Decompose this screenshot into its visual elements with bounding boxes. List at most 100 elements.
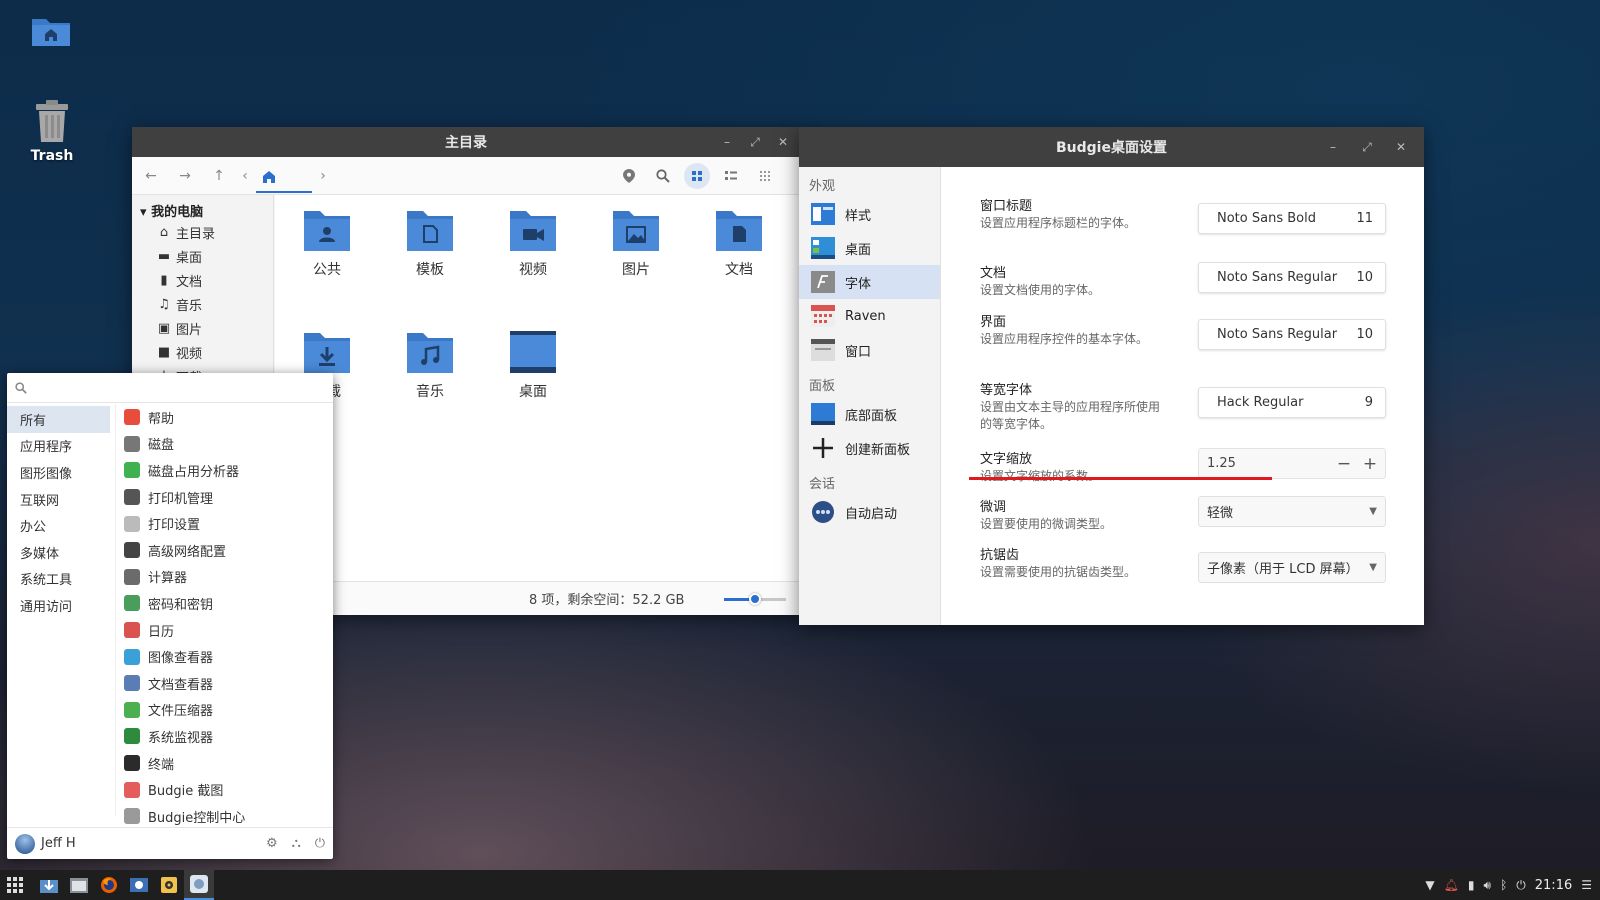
window-title-font-button[interactable]: Noto Sans Bold 11	[1198, 203, 1386, 234]
menu-app-item[interactable]: 高级网络配置	[116, 537, 330, 564]
bluetooth-icon[interactable]: ᛒ	[1500, 878, 1507, 892]
folder-desktop[interactable]: 桌面	[493, 329, 573, 401]
file-manager-titlebar[interactable]: 主目录 – ⤢ ✕	[132, 127, 800, 157]
sidebar-item-music[interactable]: ♫ 音乐	[132, 292, 273, 316]
close-button[interactable]: ✕	[772, 131, 794, 153]
volume-icon[interactable]: 🔊︎	[1484, 878, 1492, 893]
text-scaling-spinner[interactable]: 1.25 − +	[1198, 448, 1386, 479]
maximize-button[interactable]: ⤢	[744, 131, 766, 153]
menu-app-item[interactable]: 终端	[116, 750, 330, 777]
taskbar-files[interactable]	[64, 870, 94, 900]
back-button[interactable]: ←	[138, 163, 164, 189]
menu-category[interactable]: 互联网	[7, 486, 110, 513]
breadcrumb-right-button[interactable]: ›	[314, 163, 332, 189]
menu-category[interactable]: 通用访问	[7, 592, 110, 619]
menu-app-item[interactable]: 文件压缩器	[116, 697, 330, 724]
clock[interactable]: 21:16	[1535, 878, 1572, 893]
zoom-slider-knob[interactable]	[749, 593, 761, 605]
power-button[interactable]: ⏻	[315, 836, 325, 851]
breadcrumb-home[interactable]	[256, 163, 312, 193]
folder-templates[interactable]: 模板	[390, 207, 470, 279]
nav-desktop[interactable]: 桌面	[799, 231, 940, 265]
folder-public[interactable]: 公共	[287, 207, 367, 279]
menu-category[interactable]: 所有	[7, 406, 110, 433]
notification-icon[interactable]: 🔔︎	[1444, 878, 1459, 892]
list-view-button[interactable]	[718, 163, 744, 189]
menu-category[interactable]: 多媒体	[7, 539, 110, 566]
folder-pictures[interactable]: 图片	[596, 207, 676, 279]
monospace-font-button[interactable]: Hack Regular 9	[1198, 387, 1386, 418]
nav-windows[interactable]: 窗口	[799, 333, 940, 367]
compact-view-button[interactable]	[752, 163, 778, 189]
taskbar-rhythmbox[interactable]	[154, 870, 184, 900]
avatar[interactable]	[15, 833, 35, 854]
nav-new-panel[interactable]: 创建新面板	[799, 431, 940, 465]
sidebar-item-videos[interactable]: ■ 视频	[132, 340, 273, 364]
menu-app-item[interactable]: 计算器	[116, 564, 330, 591]
location-button[interactable]	[616, 163, 642, 189]
taskbar-software-installer[interactable]	[34, 870, 64, 900]
nav-bottom-panel[interactable]: 底部面板	[799, 397, 940, 431]
menu-app-item[interactable]: Budgie控制中心	[116, 803, 330, 830]
hinting-dropdown[interactable]: 轻微 ▼	[1198, 496, 1386, 527]
nav-autostart[interactable]: 自动启动	[799, 495, 940, 529]
minimize-button[interactable]: –	[716, 131, 738, 153]
up-button[interactable]: ↑	[206, 163, 232, 189]
menu-app-item[interactable]: 日历	[116, 617, 330, 644]
menu-app-item[interactable]: 图像查看器	[116, 643, 330, 670]
menu-app-item[interactable]: 打印设置	[116, 510, 330, 537]
sidebar-header[interactable]: ▾ 我的电脑	[132, 195, 273, 220]
decrease-button[interactable]: −	[1333, 453, 1355, 475]
menu-app-item[interactable]: 文档查看器	[116, 670, 330, 697]
zoom-slider[interactable]	[724, 593, 786, 605]
minimize-button[interactable]: –	[1322, 136, 1344, 158]
battery-icon[interactable]: ▮	[1468, 878, 1475, 892]
increase-button[interactable]: +	[1359, 453, 1381, 475]
raven-toggle-icon[interactable]: ☰	[1581, 878, 1592, 892]
menu-app-item[interactable]: 密码和密钥	[116, 590, 330, 617]
taskbar-firefox[interactable]	[94, 870, 124, 900]
menu-app-item[interactable]: 磁盘占用分析器	[116, 457, 330, 484]
maximize-button[interactable]: ⤢	[1356, 136, 1378, 158]
menu-category[interactable]: 办公	[7, 512, 110, 539]
folder-music[interactable]: 音乐	[390, 329, 470, 401]
interface-font-button[interactable]: Noto Sans Regular 10	[1198, 319, 1386, 350]
menu-app-item[interactable]: 打印机管理	[116, 484, 330, 511]
settings-titlebar[interactable]: Budgie桌面设置 – ⤢ ✕	[799, 127, 1424, 167]
sidebar-item-desktop[interactable]: ▬ 桌面	[132, 244, 273, 268]
search-input[interactable]	[33, 380, 333, 395]
antialias-dropdown[interactable]: 子像素（用于 LCD 屏幕） ▼	[1198, 552, 1386, 583]
menu-app-item[interactable]: 帮助	[116, 404, 330, 431]
forward-button[interactable]: →	[172, 163, 198, 189]
folder-videos[interactable]: 视频	[493, 207, 573, 279]
menu-category[interactable]: 应用程序	[7, 433, 110, 460]
taskbar-control-center[interactable]	[124, 870, 154, 900]
taskbar-budgie-settings[interactable]	[184, 870, 214, 900]
breadcrumb-left-button[interactable]: ‹	[236, 163, 254, 189]
icon-view-button[interactable]	[684, 163, 710, 189]
nav-style[interactable]: 样式	[799, 197, 940, 231]
sidebar-item-pictures[interactable]: ▣ 图片	[132, 316, 273, 340]
menu-app-item[interactable]: 磁盘	[116, 431, 330, 458]
menu-app-item[interactable]: 系统监视器	[116, 723, 330, 750]
menu-category[interactable]: 系统工具	[7, 566, 110, 593]
row-label: 文档	[980, 266, 1007, 281]
lock-button[interactable]: ⛬	[292, 836, 301, 851]
nav-fonts[interactable]: 字体	[799, 265, 940, 299]
sidebar-item-documents[interactable]: ▮ 文档	[132, 268, 273, 292]
app-label: 日历	[148, 624, 175, 640]
power-icon[interactable]: ⏻	[1516, 878, 1526, 893]
documents-font-button[interactable]: Noto Sans Regular 10	[1198, 262, 1386, 293]
sidebar-item-home[interactable]: ⌂ 主目录	[132, 220, 273, 244]
desktop-trash[interactable]: Trash	[24, 100, 80, 164]
app-menu-button[interactable]	[0, 870, 30, 900]
menu-app-item[interactable]: Budgie 截图	[116, 776, 330, 803]
nav-raven[interactable]: Raven	[799, 299, 940, 333]
search-button[interactable]	[650, 163, 676, 189]
settings-button[interactable]: ⚙	[266, 836, 278, 851]
menu-category[interactable]: 图形图像	[7, 459, 110, 486]
close-button[interactable]: ✕	[1390, 136, 1412, 158]
desktop-home-folder[interactable]	[30, 14, 72, 48]
folder-documents[interactable]: 文档	[699, 207, 779, 279]
network-icon[interactable]: ▼	[1425, 878, 1434, 892]
